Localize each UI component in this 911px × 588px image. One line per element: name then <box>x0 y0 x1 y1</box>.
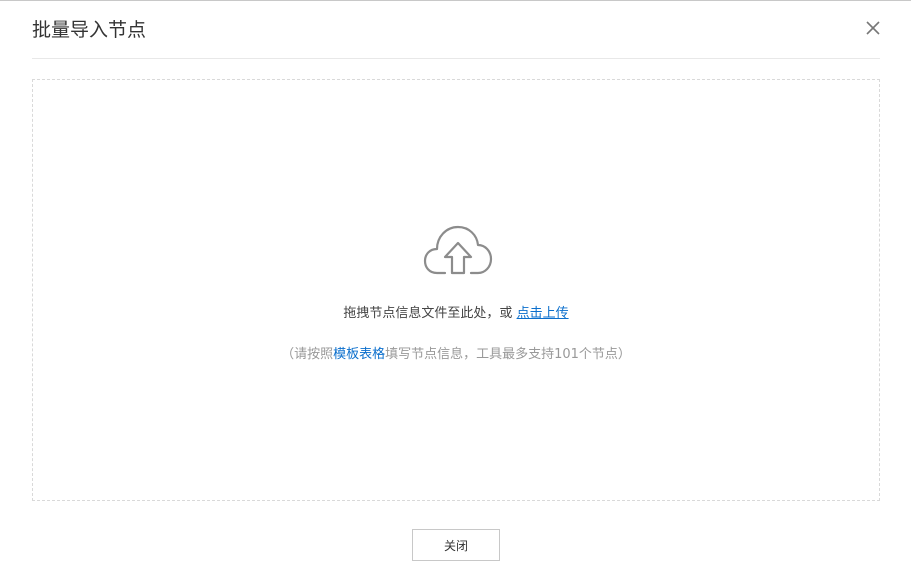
dialog-header: 批量导入节点 <box>32 1 880 59</box>
upload-dropzone[interactable]: 拖拽节点信息文件至此处，或 点击上传 （请按照模板表格填写节点信息，工具最多支持… <box>32 79 880 501</box>
hint-suffix: 填写节点信息，工具最多支持101个节点） <box>385 347 631 362</box>
upload-hint: （请按照模板表格填写节点信息，工具最多支持101个节点） <box>33 346 879 364</box>
import-nodes-dialog: 批量导入节点 拖拽节点信息文件至此处，或 点击上传 （请按照模板表格填写节点信息… <box>0 0 911 588</box>
click-upload-link[interactable]: 点击上传 <box>517 306 569 321</box>
close-icon[interactable] <box>864 19 882 37</box>
close-button[interactable]: 关闭 <box>412 529 500 561</box>
hint-prefix: （请按照 <box>281 347 334 362</box>
upload-instruction-text: 拖拽节点信息文件至此处，或 <box>343 306 517 321</box>
dialog-title: 批量导入节点 <box>32 19 147 41</box>
template-link[interactable]: 模板表格 <box>333 347 385 362</box>
cloud-upload-icon <box>423 223 493 277</box>
upload-instruction: 拖拽节点信息文件至此处，或 点击上传 <box>33 305 879 323</box>
